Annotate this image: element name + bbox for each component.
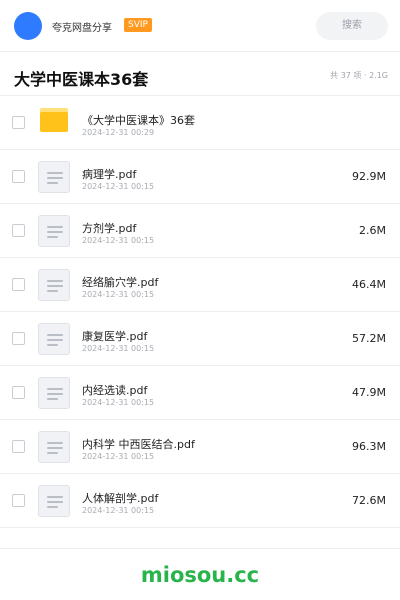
file-name: 内科学 中西医结合.pdf: [82, 438, 195, 451]
file-name: 病理学.pdf: [82, 168, 137, 181]
document-icon: [38, 269, 70, 301]
file-date: 2024-12-31 00:15: [82, 506, 155, 515]
svip-badge: SVIP: [124, 18, 152, 32]
file-date: 2024-12-31 00:29: [82, 128, 155, 137]
checkbox[interactable]: [12, 386, 25, 399]
document-icon: [38, 161, 70, 193]
page-title: 大学中医课本36套: [14, 70, 149, 89]
folder-icon: [40, 108, 68, 132]
file-date: 2024-12-31 00:15: [82, 398, 155, 407]
checkbox[interactable]: [12, 494, 25, 507]
file-size: 96.3M: [352, 440, 386, 453]
top-bar: 夸克网盘分享 SVIP 搜索: [0, 0, 400, 52]
document-icon: [38, 323, 70, 355]
document-icon: [38, 485, 70, 517]
share-name: 夸克网盘分享: [52, 23, 112, 34]
list-item[interactable]: 《大学中医课本》36套 2024-12-31 00:29: [0, 96, 400, 150]
file-date: 2024-12-31 00:15: [82, 236, 155, 245]
file-name: 方剂学.pdf: [82, 222, 137, 235]
list-item[interactable]: 内科学 中西医结合.pdf 2024-12-31 00:15 96.3M: [0, 420, 400, 474]
document-icon: [38, 431, 70, 463]
file-date: 2024-12-31 00:15: [82, 182, 155, 191]
checkbox[interactable]: [12, 224, 25, 237]
list-item[interactable]: 经络腧穴学.pdf 2024-12-31 00:15 46.4M: [0, 258, 400, 312]
file-date: 2024-12-31 00:15: [82, 344, 155, 353]
search-button[interactable]: 搜索: [316, 12, 388, 40]
file-size: 72.6M: [352, 494, 386, 507]
list-item[interactable]: 病理学.pdf 2024-12-31 00:15 92.9M: [0, 150, 400, 204]
checkbox[interactable]: [12, 440, 25, 453]
file-size: 57.2M: [352, 332, 386, 345]
file-name: 康复医学.pdf: [82, 330, 148, 343]
file-size: 46.4M: [352, 278, 386, 291]
watermark: miosou.cc: [140, 563, 260, 587]
file-name: 内经选读.pdf: [82, 384, 148, 397]
list-item[interactable]: 康复医学.pdf 2024-12-31 00:15 57.2M: [0, 312, 400, 366]
checkbox[interactable]: [12, 116, 25, 129]
document-icon: [38, 377, 70, 409]
file-name: 《大学中医课本》36套: [82, 114, 195, 127]
file-list: 《大学中医课本》36套 2024-12-31 00:29 病理学.pdf 202…: [0, 96, 400, 528]
document-icon: [38, 215, 70, 247]
folder-header: 大学中医课本36套 共 37 项 · 2.1G: [0, 52, 400, 96]
checkbox[interactable]: [12, 278, 25, 291]
file-date: 2024-12-31 00:15: [82, 452, 155, 461]
file-size: 92.9M: [352, 170, 386, 183]
list-item[interactable]: 方剂学.pdf 2024-12-31 00:15 2.6M: [0, 204, 400, 258]
file-name: 经络腧穴学.pdf: [82, 276, 159, 289]
footer: miosou.cc: [0, 548, 400, 600]
list-item[interactable]: 内经选读.pdf 2024-12-31 00:15 47.9M: [0, 366, 400, 420]
list-item[interactable]: 人体解剖学.pdf 2024-12-31 00:15 72.6M: [0, 474, 400, 528]
checkbox[interactable]: [12, 170, 25, 183]
file-name: 人体解剖学.pdf: [82, 492, 159, 505]
file-date: 2024-12-31 00:15: [82, 290, 155, 299]
file-size: 47.9M: [352, 386, 386, 399]
avatar[interactable]: [14, 12, 42, 40]
file-size: 2.6M: [359, 224, 386, 237]
checkbox[interactable]: [12, 332, 25, 345]
folder-meta: 共 37 项 · 2.1G: [330, 71, 388, 80]
